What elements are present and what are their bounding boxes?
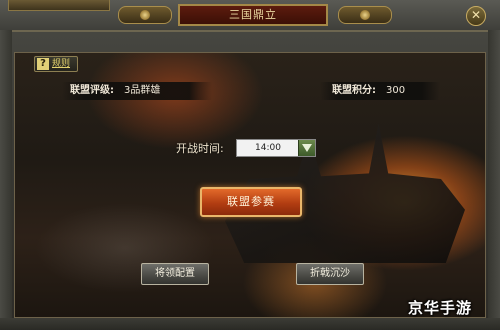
- bottom-border: [0, 318, 500, 330]
- return-button[interactable]: 折戟沉沙: [296, 263, 364, 285]
- alliance-score: 联盟积分: 300: [320, 82, 440, 100]
- watermark-logo: 京华手游: [408, 299, 473, 317]
- alliance-rating: 联盟评级: 3品群雄: [62, 82, 212, 100]
- general-config-button[interactable]: 将领配置: [141, 263, 209, 285]
- left-border: [0, 30, 12, 330]
- alliance-score-label: 联盟积分:: [332, 85, 376, 96]
- close-button[interactable]: ✕: [466, 6, 486, 26]
- battle-time-value: 14:00: [255, 143, 281, 153]
- dropdown-arrow-button[interactable]: [298, 140, 315, 156]
- battle-time-select[interactable]: 14:00: [236, 139, 316, 157]
- close-icon: ✕: [470, 8, 482, 22]
- left-ornament-icon: [118, 6, 172, 24]
- help-rules-link[interactable]: ? 规则: [34, 56, 78, 72]
- join-battle-button[interactable]: 联盟参赛: [200, 187, 302, 217]
- window-title: 三国鼎立: [178, 4, 328, 26]
- battle-time-label: 开战时间:: [176, 142, 224, 155]
- rules-link-text[interactable]: 规则: [52, 57, 70, 71]
- alliance-rating-label: 联盟评级:: [70, 85, 114, 96]
- alliance-score-value: 300: [386, 85, 406, 96]
- game-window: 三国鼎立 ✕ ? 规则 联盟评级: 3品群雄 联盟积分: 300 开战时间: 14:…: [0, 0, 500, 330]
- question-icon: ?: [37, 58, 49, 70]
- top-left-tab: [8, 0, 110, 11]
- alliance-rating-value: 3品群雄: [124, 85, 161, 96]
- right-border: [488, 30, 500, 330]
- right-ornament-icon: [338, 6, 392, 24]
- chevron-down-icon: [302, 144, 312, 152]
